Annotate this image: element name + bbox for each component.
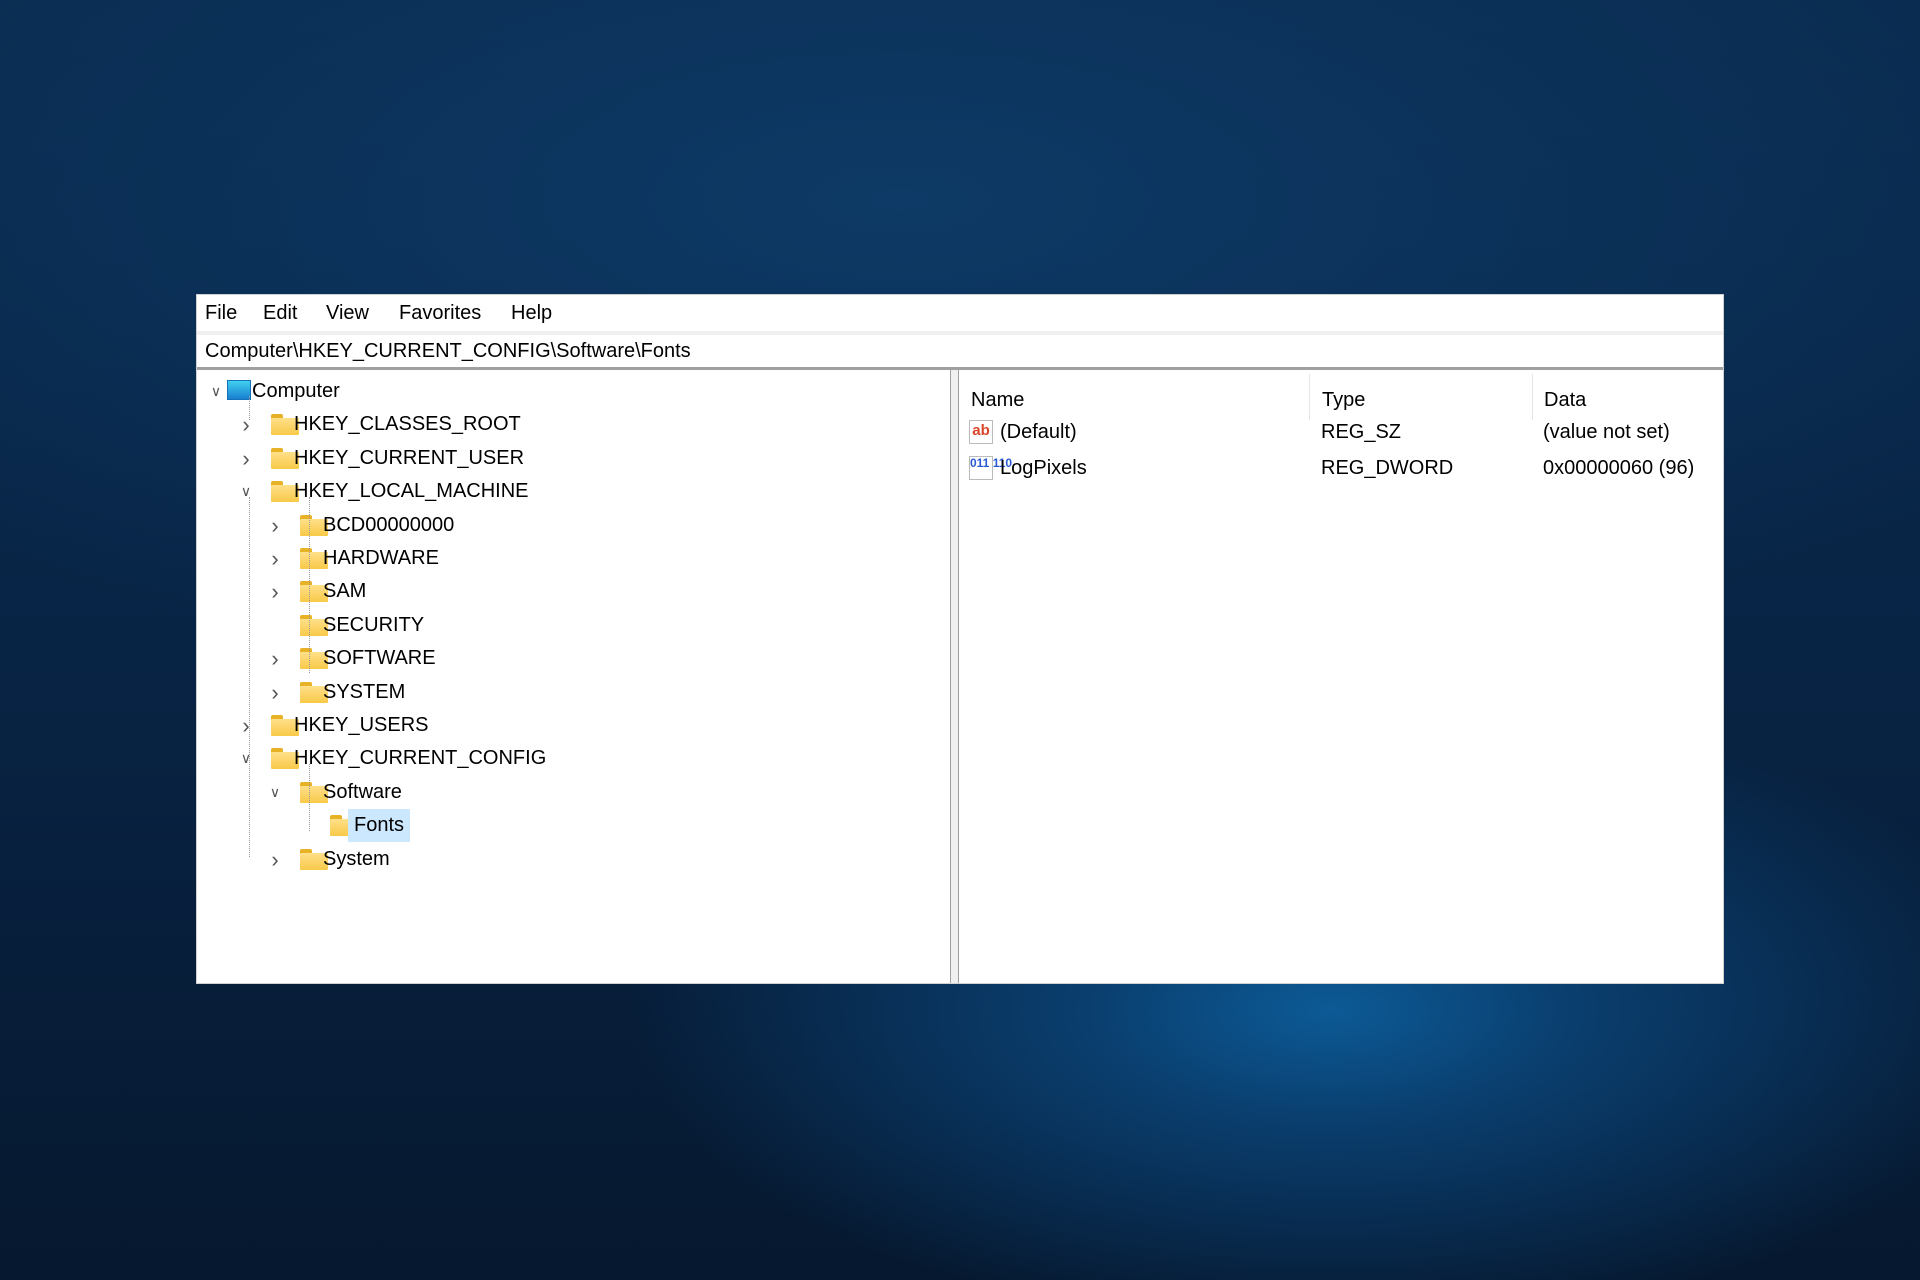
tree-item-label: SOFTWARE: [323, 647, 436, 670]
value-data: 0x00000060 (96): [1543, 457, 1695, 479]
tree-guide-line: [249, 497, 250, 857]
chevron-down-icon[interactable]: ∨: [209, 375, 223, 408]
column-header-type[interactable]: Type: [1310, 380, 1532, 420]
chevron-right-icon[interactable]: ›: [239, 442, 253, 475]
tree-item-label: BCD00000000: [323, 513, 455, 536]
string-value-icon: ab: [969, 420, 993, 444]
value-row[interactable]: ab (Default) REG_SZ (value not set): [959, 415, 1723, 449]
tree-item-computer[interactable]: ∨ Computer: [197, 375, 937, 408]
tree-item-hkey-local-machine[interactable]: ∨ HKEY_LOCAL_MACHINE: [197, 475, 937, 508]
tree-item-hkey-current-user[interactable]: › HKEY_CURRENT_USER: [197, 442, 937, 475]
menu-view[interactable]: View: [318, 295, 377, 331]
chevron-right-icon[interactable]: ›: [268, 509, 282, 542]
tree-item-label: HKEY_CURRENT_USER: [294, 446, 525, 469]
column-header-name[interactable]: Name: [959, 380, 1310, 420]
chevron-right-icon[interactable]: ›: [268, 642, 282, 675]
chevron-right-icon[interactable]: ›: [268, 575, 282, 608]
tree-item-label: HKEY_CLASSES_ROOT: [294, 413, 521, 436]
chevron-down-icon[interactable]: ∨: [239, 742, 253, 775]
tree-item-fonts[interactable]: Fonts: [197, 809, 937, 843]
tree-item-label: HKEY_CURRENT_CONFIG: [294, 747, 547, 770]
tree-item-label: SAM: [323, 580, 367, 603]
menu-favorites[interactable]: Favorites: [391, 295, 489, 331]
tree-item-sam[interactable]: › SAM: [197, 575, 937, 608]
menu-help[interactable]: Help: [503, 295, 560, 331]
value-name: LogPixels: [1000, 457, 1087, 479]
tree-item-label: Software: [323, 780, 402, 803]
chevron-right-icon[interactable]: ›: [268, 843, 282, 876]
tree-guide-line: [249, 396, 250, 420]
column-header-data[interactable]: Data: [1532, 380, 1723, 420]
tree-item-label: SYSTEM: [323, 680, 406, 703]
value-data: (value not set): [1543, 421, 1670, 443]
pane-splitter[interactable]: [950, 370, 959, 983]
tree-item-software[interactable]: › SOFTWARE: [197, 642, 937, 675]
chevron-right-icon[interactable]: ›: [239, 408, 253, 441]
tree-item-label: Fonts: [348, 809, 411, 843]
chevron-right-icon[interactable]: ›: [239, 709, 253, 742]
tree-guide-line: [309, 497, 310, 673]
tree-item-label: HARDWARE: [323, 547, 439, 569]
value-type: REG_DWORD: [1321, 457, 1454, 479]
registry-editor-window: File Edit View Favorites Help Computer\H…: [197, 295, 1723, 983]
tree-item-hkey-users[interactable]: › HKEY_USERS: [197, 709, 937, 742]
tree-item-label: System: [323, 847, 390, 870]
menu-edit[interactable]: Edit: [255, 295, 305, 331]
tree-item-bcd00000000[interactable]: › BCD00000000: [197, 509, 937, 542]
binary-value-icon: 011 110: [969, 456, 1012, 480]
tree-item-system[interactable]: › SYSTEM: [197, 676, 937, 709]
address-path[interactable]: Computer\HKEY_CURRENT_CONFIG\Software\Fo…: [205, 340, 691, 363]
menu-file[interactable]: File: [197, 295, 245, 331]
key-tree-pane[interactable]: ∨ Computer › HKEY_CLASSES_ROOT › HKEY_CURRENT…: [197, 370, 950, 983]
value-name: (Default): [1000, 421, 1077, 443]
computer-icon: [227, 380, 251, 400]
tree-item-system[interactable]: › System: [197, 843, 937, 876]
chevron-right-icon[interactable]: ›: [268, 542, 282, 575]
address-bar[interactable]: Computer\HKEY_CURRENT_CONFIG\Software\Fo…: [197, 331, 1723, 370]
value-row[interactable]: 011 110 LogPixels REG_DWORD 0x00000060 (96): [959, 451, 1723, 485]
chevron-down-icon[interactable]: ∨: [268, 776, 282, 809]
values-list-pane[interactable]: Name Type Data ab (Default) REG_SZ (value n…: [959, 370, 1723, 983]
chevron-right-icon[interactable]: ›: [268, 676, 282, 709]
menu-bar: File Edit View Favorites Help: [197, 295, 1723, 331]
tree-item-hardware[interactable]: › HARDWARE: [197, 542, 937, 575]
value-type: REG_SZ: [1321, 421, 1402, 443]
tree-item-software[interactable]: ∨ Software: [197, 776, 937, 809]
tree-item-label: HKEY_USERS: [294, 714, 429, 736]
tree-item-hkey-classes-root[interactable]: › HKEY_CLASSES_ROOT: [197, 408, 937, 441]
tree-item-label: SECURITY: [323, 613, 425, 636]
tree-item-hkey-current-config[interactable]: ∨ HKEY_CURRENT_CONFIG: [197, 742, 937, 775]
tree-item-security[interactable]: SECURITY: [197, 609, 937, 642]
tree-guide-line: [309, 764, 310, 831]
tree-item-label: HKEY_LOCAL_MACHINE: [294, 480, 529, 503]
chevron-down-icon[interactable]: ∨: [239, 475, 253, 508]
tree-item-label: Computer: [252, 380, 340, 402]
